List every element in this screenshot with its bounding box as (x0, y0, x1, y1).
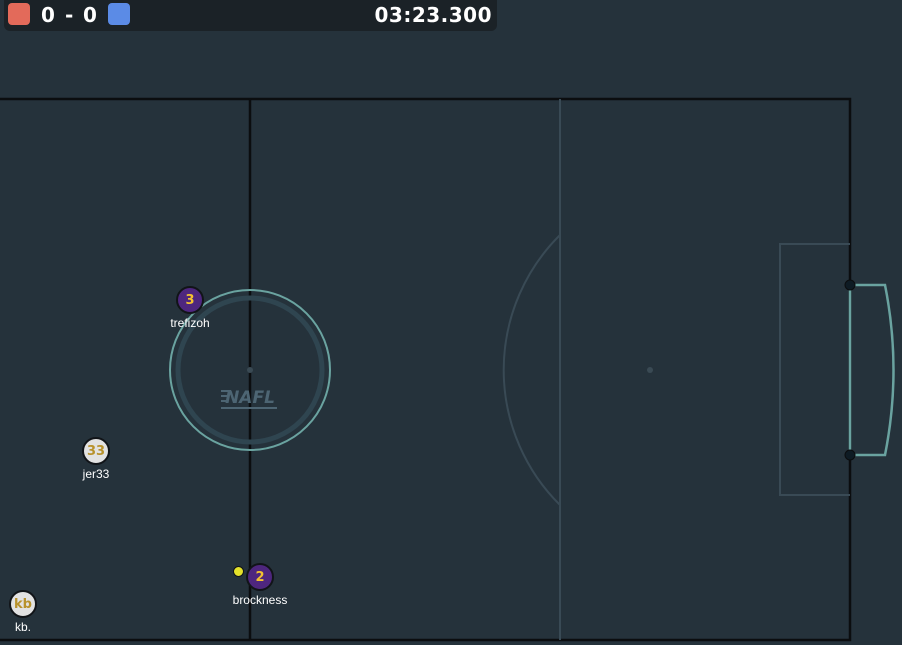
player-disc: 2 (246, 563, 274, 591)
game-field: NAFL (0, 97, 895, 642)
svg-text:NAFL: NAFL (225, 388, 275, 408)
red-team-swatch (8, 3, 30, 25)
goal-post-top (844, 279, 856, 291)
player-name: trefizoh (170, 316, 210, 330)
large-arc-smooth (502, 234, 561, 506)
scoreboard: 0 - 0 03:23.300 (4, 0, 497, 31)
right-spot (647, 367, 653, 373)
field-logo: NAFL (221, 388, 277, 409)
player-disc: 3 (176, 286, 204, 314)
player-name: brockness (232, 593, 288, 607)
blue-team-swatch (108, 3, 130, 25)
player-name: kb. (14, 620, 31, 634)
player-disc: kb (9, 590, 37, 618)
goal-net (850, 283, 895, 457)
goal-area-box (779, 243, 850, 496)
player-disc: 33 (82, 437, 110, 465)
score-separator: - (65, 3, 74, 27)
ball (233, 566, 244, 577)
player-name: jer33 (82, 467, 110, 481)
red-score: 0 (41, 3, 55, 27)
field-boundary (0, 97, 852, 642)
player-jer33[interactable]: 33 jer33 (66, 437, 126, 481)
blue-score: 0 (83, 3, 97, 27)
player-kb[interactable]: kb kb. (0, 590, 53, 634)
player-trefizoh[interactable]: 3 trefizoh (160, 286, 220, 330)
goal-post-bottom (844, 449, 856, 461)
game-timer: 03:23.300 (374, 3, 492, 27)
center-spot (247, 367, 253, 373)
